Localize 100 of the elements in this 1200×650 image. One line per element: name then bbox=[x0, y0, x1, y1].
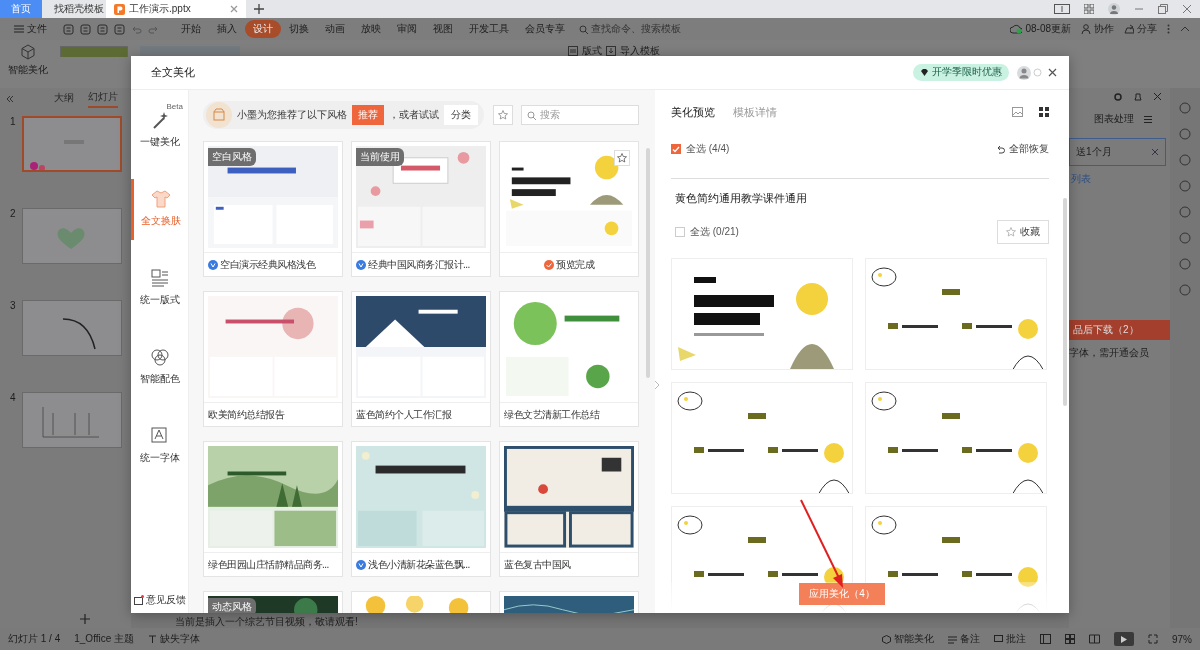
checkbox[interactable] bbox=[671, 144, 681, 154]
scrollbar[interactable] bbox=[646, 148, 650, 378]
menu-tab[interactable]: 会员专享 bbox=[517, 20, 573, 38]
pane-tab[interactable]: 大纲 bbox=[54, 91, 74, 107]
checkbox-label[interactable]: 全选 (0/21) bbox=[690, 225, 739, 239]
apply-button[interactable]: 应用美化（4） bbox=[799, 583, 885, 605]
expand-handle-icon[interactable] bbox=[654, 380, 660, 390]
slide-preview[interactable] bbox=[671, 258, 853, 370]
import-template-button[interactable]: 导入模板 bbox=[620, 44, 660, 58]
close-icon[interactable] bbox=[1182, 4, 1192, 14]
update-button[interactable]: 08-08更新 bbox=[1010, 22, 1071, 36]
menu-tab[interactable]: 审阅 bbox=[389, 20, 425, 38]
template-card[interactable]: 蓝色复古中国风 bbox=[499, 441, 639, 577]
more-icon[interactable] bbox=[1167, 24, 1170, 34]
smart-beautify-button[interactable]: 智能美化 bbox=[882, 632, 934, 646]
play-button[interactable] bbox=[1114, 632, 1134, 646]
smart-beautify-label[interactable]: 智能美化 bbox=[8, 63, 48, 77]
pin-icon[interactable] bbox=[1133, 92, 1143, 102]
panel-tab[interactable]: 图表处理 bbox=[1094, 112, 1134, 126]
scrollbar[interactable] bbox=[1063, 198, 1067, 406]
close-icon[interactable] bbox=[1048, 68, 1057, 77]
template-card[interactable]: 绿色文艺清新工作总结 bbox=[499, 291, 639, 427]
template-card[interactable]: 浅色小清新花朵蓝色飘... bbox=[351, 441, 491, 577]
theme-thumbnail[interactable] bbox=[140, 46, 240, 56]
settings-icon[interactable] bbox=[1113, 92, 1123, 102]
save-icon[interactable] bbox=[63, 23, 74, 35]
favorite-button[interactable] bbox=[614, 150, 630, 166]
favorites-button[interactable] bbox=[493, 105, 513, 125]
clear-icon[interactable] bbox=[1151, 148, 1159, 156]
menu-icon bbox=[14, 25, 24, 33]
vip-icon bbox=[356, 559, 366, 570]
slide-thumbnail[interactable] bbox=[22, 116, 122, 172]
template-card[interactable]: 预览完成 bbox=[499, 141, 639, 277]
avatar-icon[interactable] bbox=[1017, 65, 1031, 80]
template-card[interactable]: 当前使用 经典中国风商务汇报计... bbox=[351, 141, 491, 277]
slide-number: 4 bbox=[10, 392, 16, 403]
menu-tab[interactable]: 开始 bbox=[173, 20, 209, 38]
slide-thumbnail[interactable] bbox=[22, 392, 122, 448]
collapse-icon[interactable] bbox=[1180, 26, 1190, 32]
collaborate-button[interactable]: 协作 bbox=[1081, 22, 1114, 36]
nav-item[interactable]: Beta 一键美化 bbox=[131, 100, 189, 161]
restore-icon[interactable] bbox=[1158, 4, 1168, 14]
menu-tab[interactable]: 插入 bbox=[209, 20, 245, 38]
checkbox[interactable] bbox=[675, 227, 685, 237]
collapse-icon[interactable] bbox=[6, 95, 14, 103]
input-field[interactable]: 送1个月 bbox=[1069, 138, 1166, 166]
nav-item[interactable]: 统一版式 bbox=[131, 258, 189, 319]
template-name: 绿色文艺清新工作总结 bbox=[504, 407, 599, 422]
theme-thumbnail[interactable] bbox=[60, 46, 128, 57]
close-icon[interactable] bbox=[1153, 92, 1162, 101]
image-view-icon[interactable] bbox=[1012, 107, 1023, 117]
nav-item[interactable]: 统一字体 bbox=[131, 416, 189, 477]
menu-tab[interactable]: 切换 bbox=[281, 20, 317, 38]
promo-badge[interactable]: 开学季限时优惠 bbox=[913, 64, 1009, 81]
category-button[interactable]: 分类 bbox=[444, 105, 478, 125]
shirt-icon bbox=[151, 189, 171, 209]
feedback-link[interactable]: 意见反馈 bbox=[133, 593, 186, 607]
share-icon bbox=[1124, 24, 1134, 34]
grid-view-icon[interactable] bbox=[1039, 107, 1049, 117]
menu-tab[interactable]: 视图 bbox=[425, 20, 461, 38]
pane-tab[interactable]: 幻灯片 bbox=[88, 90, 118, 108]
file-menu[interactable]: 文件 bbox=[6, 20, 55, 38]
browser-tab[interactable]: 工作演示.pptx bbox=[106, 0, 246, 18]
layout-button[interactable]: 版式 bbox=[582, 44, 602, 58]
recommend-button[interactable]: 推荐 bbox=[352, 105, 384, 125]
template-card[interactable]: 空白风格 空白演示经典风格浅色 bbox=[203, 141, 343, 277]
menu-tab[interactable]: 开发工具 bbox=[461, 20, 517, 38]
missing-font-button[interactable]: 缺失字体 bbox=[148, 632, 201, 646]
collect-button[interactable]: 收藏 bbox=[997, 220, 1049, 244]
menu-icon[interactable] bbox=[1144, 115, 1152, 123]
nav-item[interactable]: 智能配色 bbox=[131, 337, 189, 398]
reading-view-icon[interactable] bbox=[1089, 634, 1100, 644]
download-button[interactable]: 品后下载（2） bbox=[1069, 320, 1170, 340]
fit-icon[interactable] bbox=[1148, 634, 1158, 644]
grid-icon[interactable] bbox=[1084, 4, 1094, 14]
search-field[interactable]: 搜索 bbox=[521, 105, 639, 125]
browser-tab[interactable]: 找稻壳模板 bbox=[42, 0, 106, 18]
slide-thumbnail[interactable] bbox=[22, 300, 122, 356]
menu-tab[interactable]: 设计 bbox=[245, 20, 281, 38]
template-card[interactable]: 蓝色简约个人工作汇报 bbox=[351, 291, 491, 427]
menu-tab[interactable]: 放映 bbox=[353, 20, 389, 38]
single-page-icon[interactable] bbox=[1054, 4, 1070, 14]
add-slide-icon[interactable] bbox=[80, 614, 90, 624]
template-card[interactable]: 动态风格 bbox=[203, 591, 343, 613]
normal-view-icon[interactable] bbox=[1040, 634, 1051, 644]
add-tab-icon[interactable] bbox=[254, 4, 264, 14]
slide-thumbnail[interactable] bbox=[22, 208, 122, 264]
comments-button[interactable]: 批注 bbox=[994, 632, 1026, 646]
restore-all-button[interactable]: 全部恢复 bbox=[996, 142, 1049, 156]
avatar-icon[interactable] bbox=[1108, 3, 1120, 15]
notes-button[interactable]: 备注 bbox=[948, 632, 980, 646]
template-card[interactable]: 欧美简约总结报告 bbox=[203, 291, 343, 427]
template-card[interactable]: 绿色田园山庄恬静精品商务... bbox=[203, 441, 343, 577]
preview-tab[interactable]: 模板详情 bbox=[733, 104, 777, 120]
browser-tab[interactable]: 首页 bbox=[0, 0, 42, 18]
menu-tab[interactable]: 动画 bbox=[317, 20, 353, 38]
share-button[interactable]: 分享 bbox=[1124, 22, 1157, 36]
zoom-level[interactable]: 97% bbox=[1172, 633, 1192, 645]
preview-tab[interactable]: 美化预览 bbox=[671, 104, 715, 120]
checkbox-label[interactable]: 全选 (4/4) bbox=[686, 142, 730, 156]
